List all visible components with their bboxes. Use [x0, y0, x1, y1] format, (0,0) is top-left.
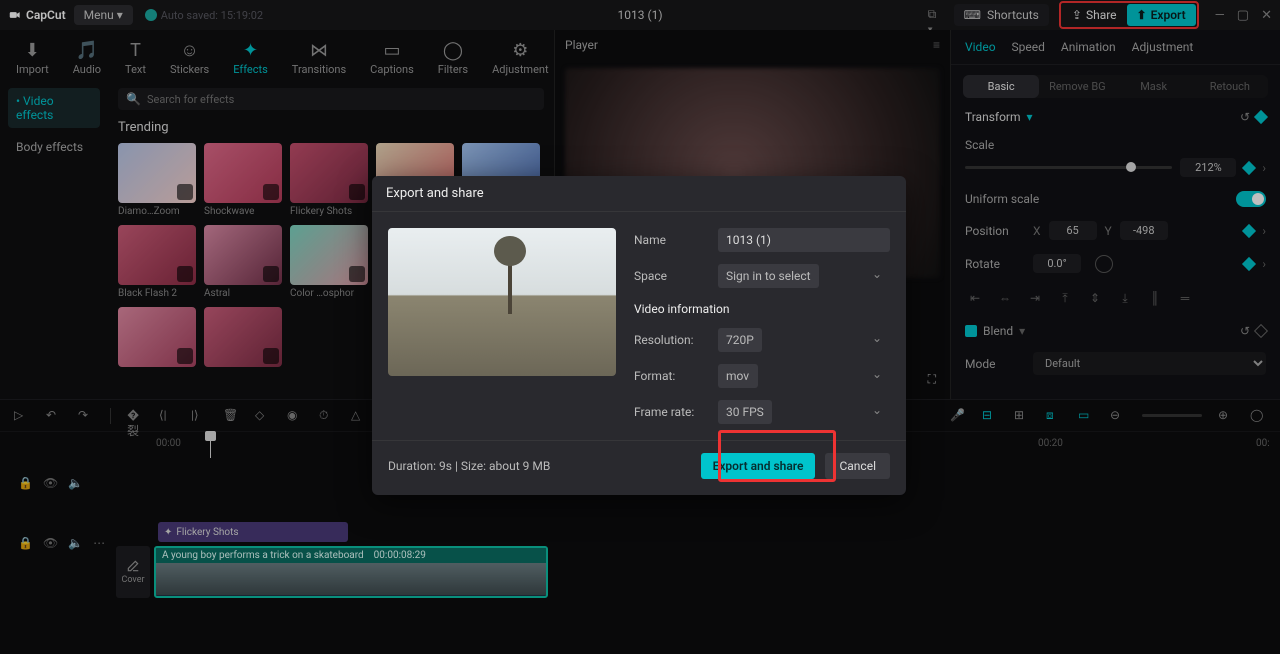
export-info: Duration: 9s | Size: about 9 MB	[388, 459, 550, 473]
modal-title: Export and share	[372, 176, 906, 212]
framerate-select[interactable]: 30 FPS	[718, 400, 772, 424]
framerate-label: Frame rate:	[634, 405, 708, 419]
resolution-select[interactable]: 720P	[718, 328, 762, 352]
format-select[interactable]: mov	[718, 364, 758, 388]
export-space-select[interactable]: Sign in to select	[718, 264, 819, 288]
export-name-input[interactable]	[718, 228, 890, 252]
format-label: Format:	[634, 369, 708, 383]
video-info-title: Video information	[634, 302, 890, 316]
export-confirm-button[interactable]: Export and share	[701, 453, 816, 479]
name-label: Name	[634, 233, 708, 247]
export-cancel-button[interactable]: Cancel	[825, 453, 890, 479]
export-preview	[388, 228, 616, 376]
space-label: Space	[634, 269, 708, 283]
resolution-label: Resolution:	[634, 333, 708, 347]
export-modal: Export and share Name Space Sign in to s…	[372, 176, 906, 495]
